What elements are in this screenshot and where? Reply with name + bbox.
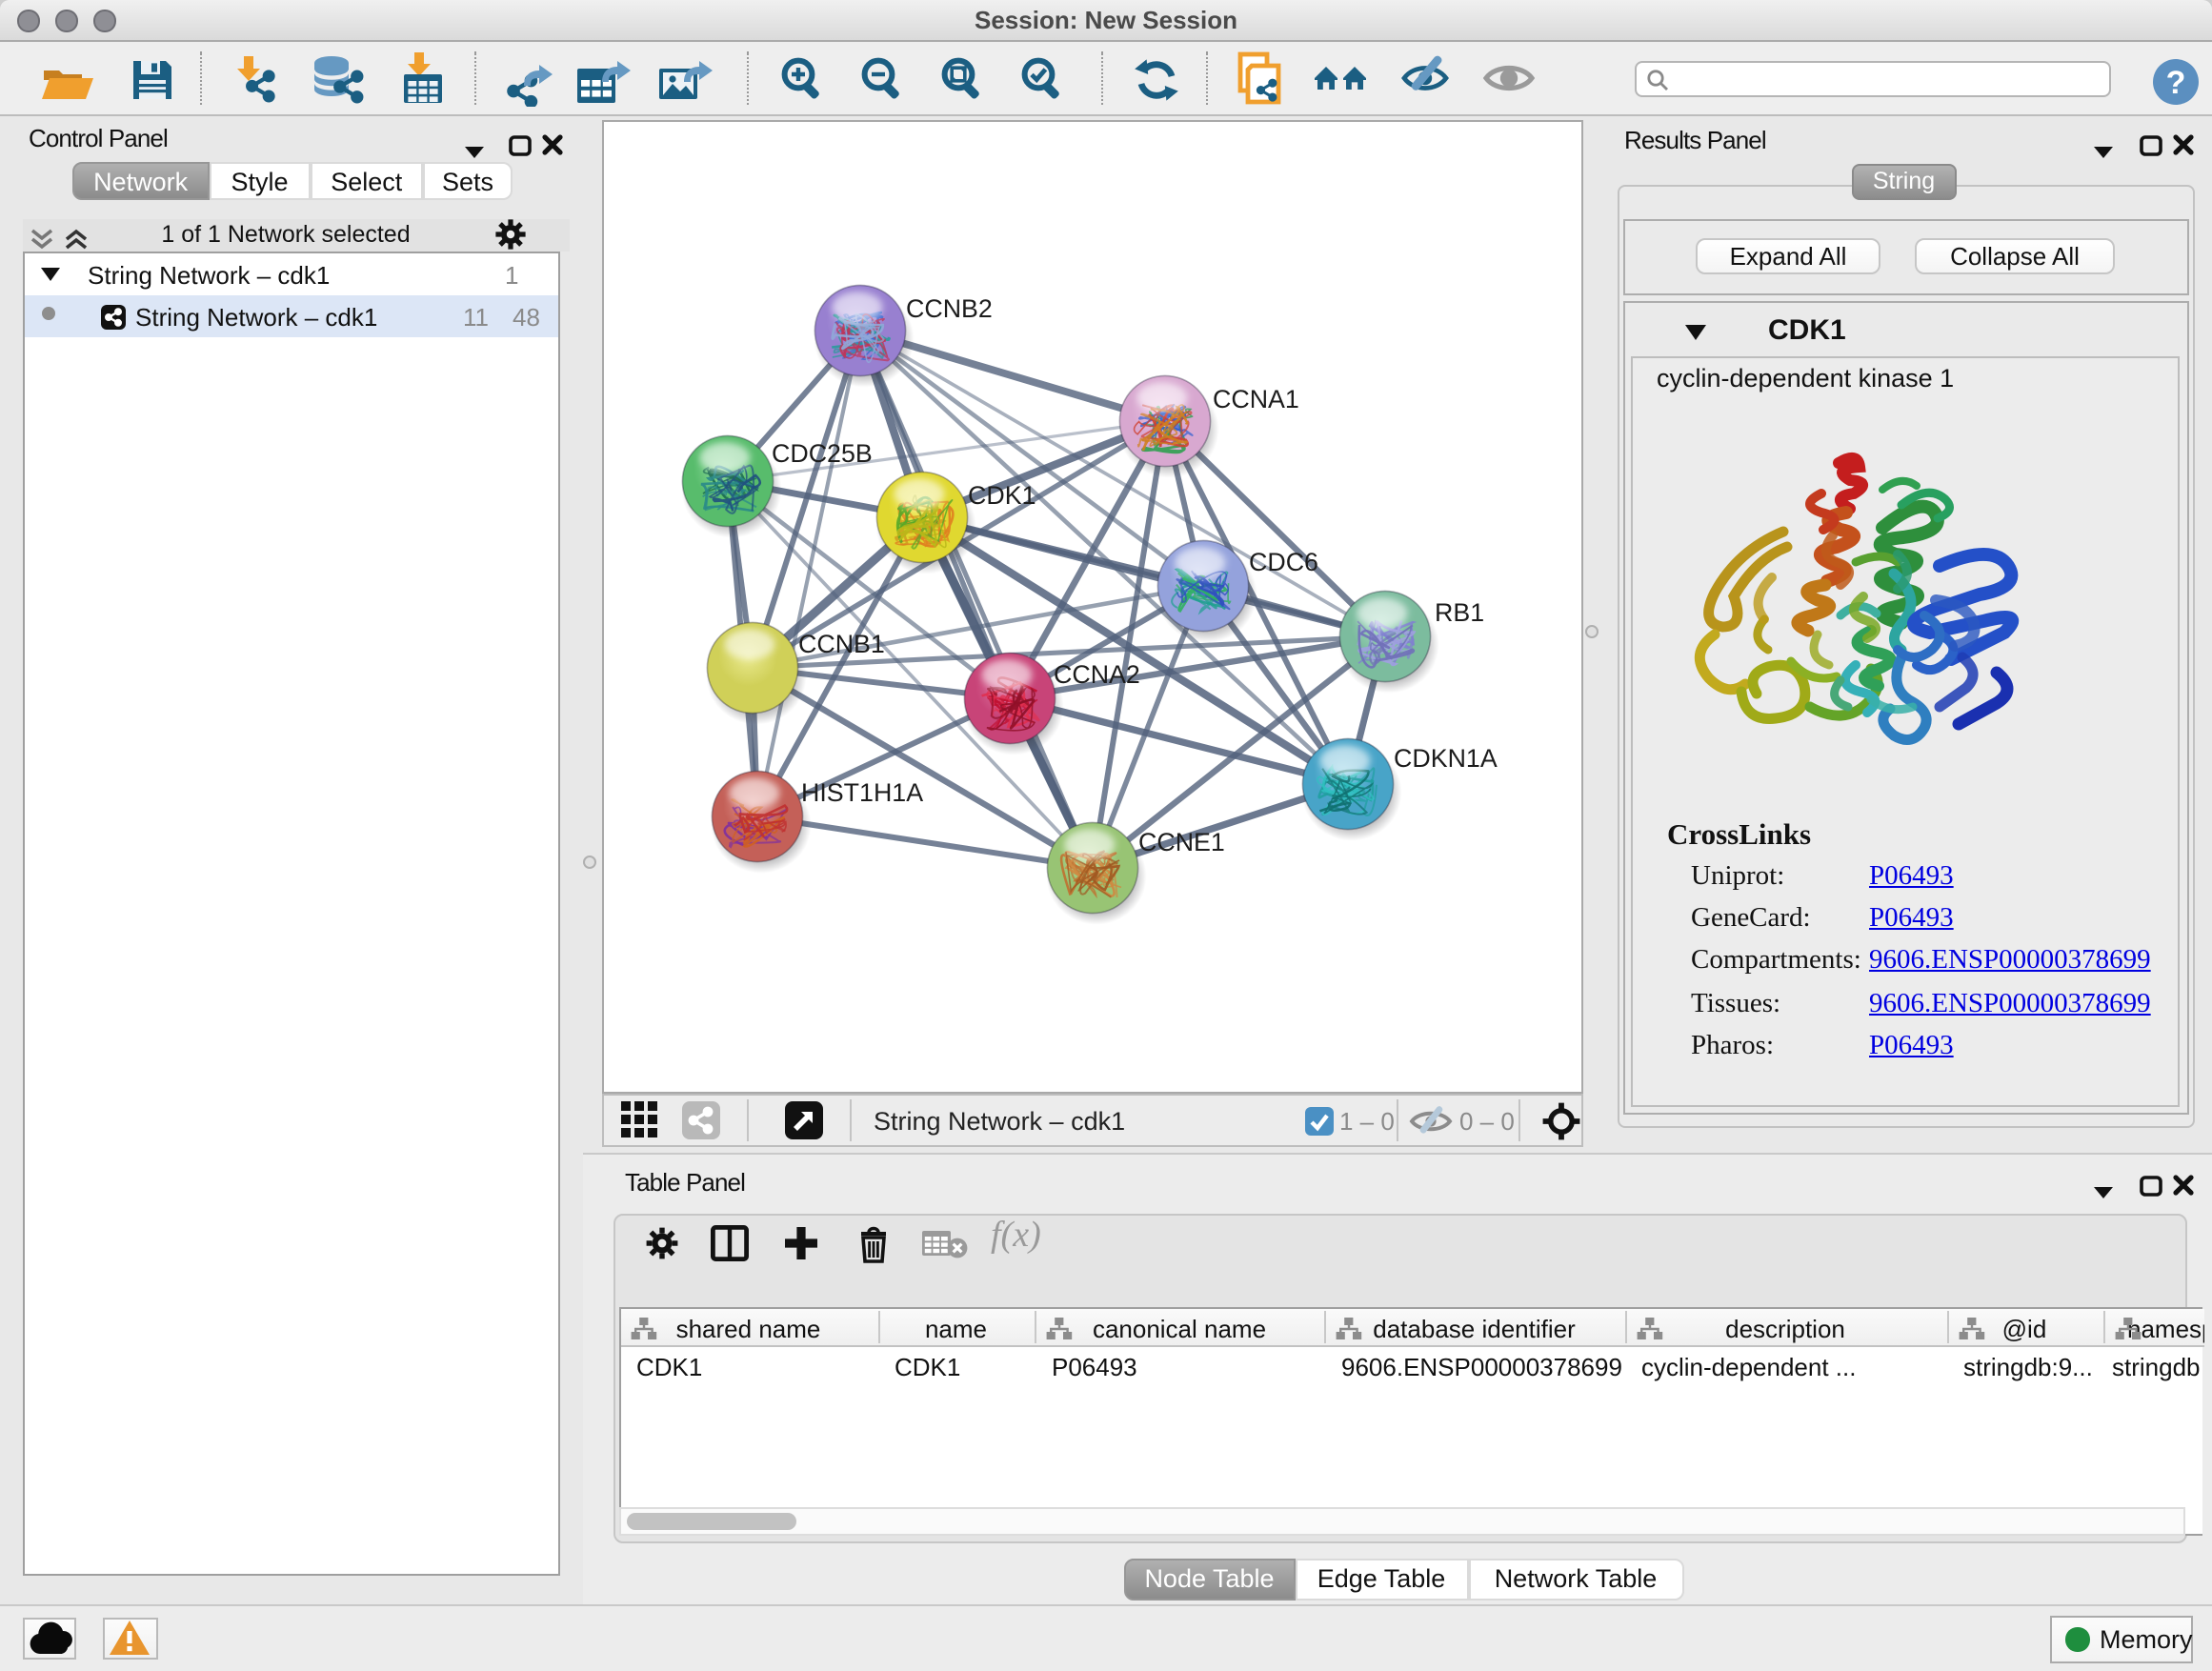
svg-text:CCNB1: CCNB1 bbox=[798, 629, 885, 657]
svg-text:RB1: RB1 bbox=[1435, 597, 1484, 626]
svg-text:HIST1H1A: HIST1H1A bbox=[801, 777, 923, 806]
svg-text:CCNA2: CCNA2 bbox=[1054, 659, 1140, 688]
svg-text:CCNA1: CCNA1 bbox=[1213, 384, 1299, 413]
svg-text:CDKN1A: CDKN1A bbox=[1394, 743, 1498, 772]
svg-text:CDC6: CDC6 bbox=[1249, 547, 1318, 575]
svg-text:CCNB2: CCNB2 bbox=[906, 293, 993, 322]
svg-text:CDC25B: CDC25B bbox=[772, 438, 873, 467]
svg-text:CCNE1: CCNE1 bbox=[1138, 827, 1225, 856]
svg-text:?: ? bbox=[2166, 65, 2186, 101]
svg-text:CDK1: CDK1 bbox=[968, 480, 1036, 509]
